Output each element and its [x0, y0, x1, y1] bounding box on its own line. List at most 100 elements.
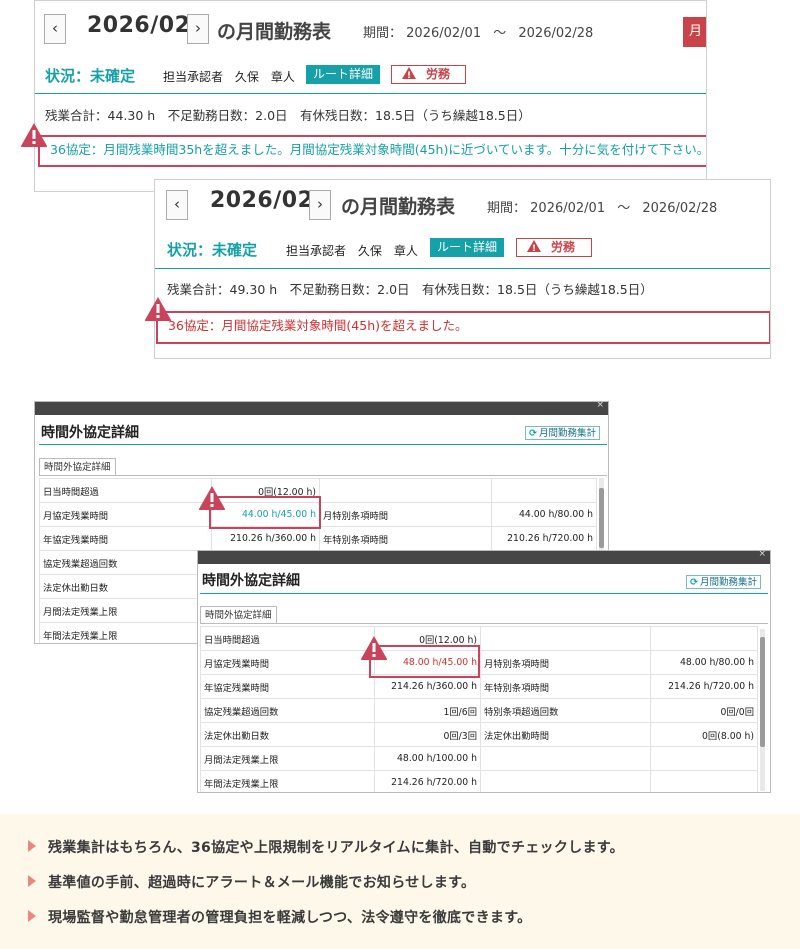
month-tab-button[interactable]: 月 — [683, 17, 706, 47]
prev-month-button[interactable]: ‹ — [44, 14, 66, 44]
table-cell-value: 0回/0回 — [650, 698, 758, 723]
period-display: 期間： 2026/02/01 〜 2026/02/28 — [487, 197, 717, 216]
overtime-summary: 残業合計：44.30 h 不足勤務日数：2.0日 有休残日数：18.5日（うち繰… — [45, 108, 531, 123]
prev-month-button[interactable]: ‹ — [166, 190, 188, 220]
period-sep: 〜 — [617, 201, 631, 216]
table-cell-label: 法定休出勤日数 — [200, 722, 375, 747]
period-label: 期間： — [363, 26, 403, 41]
monthly-panel-2: ‹ 2026/02 › の月間勤務表 期間： 2026/02/01 〜 2026… — [154, 179, 771, 359]
approver-label: 担当承認者 — [286, 244, 347, 258]
scrollbar[interactable] — [760, 629, 765, 791]
table-cell-value — [491, 478, 597, 503]
period-start: 2026/02/01 — [406, 26, 482, 41]
table-cell-value: 44.00 h/80.00 h — [491, 502, 597, 527]
page-title: の月間勤務表 — [341, 196, 456, 218]
feature-text: 現場監督や勤怠管理者の管理負担を軽減しつつ、法令遵守を徹底できます。 — [48, 910, 532, 926]
route-detail-button[interactable]: ルート詳細 — [306, 65, 381, 84]
feature-band: 残業集計はもちろん、36協定や上限規制をリアルタイムに集計、自動でチェックします… — [0, 814, 800, 949]
divider — [39, 444, 607, 445]
table-cell-value: 48.00 h/80.00 h — [650, 650, 758, 675]
close-icon[interactable]: × — [596, 402, 604, 410]
table-cell-label: 協定残業超過回数 — [39, 550, 212, 575]
table-cell-label — [319, 478, 492, 503]
period-sep: 〜 — [493, 26, 507, 41]
tab-overtime-detail[interactable]: 時間外協定詳細 — [39, 458, 116, 476]
warning-icon — [20, 123, 48, 147]
warning-icon — [144, 297, 172, 321]
approver-label: 担当承認者 — [163, 70, 224, 84]
monthly-panel-1: ‹ 2026/02 › の月間勤務表 期間： 2026/02/01 〜 2026… — [34, 0, 707, 192]
table-cell-label: 法定休出勤時間 — [480, 722, 651, 747]
table-cell-label — [480, 746, 651, 771]
table-cell-value: 210.26 h/720.00 h — [491, 526, 597, 551]
approver-name: 久保 章人 — [234, 70, 295, 84]
close-icon[interactable]: × — [758, 551, 766, 559]
arrow-icon — [28, 910, 36, 922]
table-cell-value — [650, 626, 758, 651]
table-cell-label: 月間法定残業上限 — [39, 598, 212, 623]
agreement-alert: 36協定：月間残業時間35hを超えました。月間協定残業対象時間(45h)に近づい… — [38, 135, 707, 167]
table-row: 年間法定残業上限 214.26 h/720.00 h — [200, 770, 758, 792]
table-cell-label: 年間法定残業上限 — [200, 770, 375, 792]
table-row: 協定残業超過回数 1回/6回 特別条項超過回数 0回/0回 — [200, 698, 758, 723]
year-month-label: 2026/02 — [210, 188, 314, 213]
warning-icon — [198, 486, 226, 510]
table-row: 月間法定残業上限 48.00 h/100.00 h — [200, 746, 758, 771]
feature-text: 残業集計はもちろん、36協定や上限規制をリアルタイムに集計、自動でチェックします… — [48, 840, 624, 856]
labor-button[interactable]: 労務 — [516, 238, 592, 257]
monthly-summary-label: 月間勤務集計 — [538, 428, 596, 439]
feature-item: 残業集計はもちろん、36協定や上限規制をリアルタイムに集計、自動でチェックします… — [28, 837, 624, 857]
table-row: 法定休出勤日数 0回/3回 法定休出勤時間 0回(8.00 h) — [200, 722, 758, 747]
feature-item: 現場監督や勤怠管理者の管理負担を軽減しつつ、法令遵守を徹底できます。 — [28, 907, 531, 927]
table-cell-label: 年協定残業時間 — [39, 526, 212, 551]
table-cell-label — [480, 770, 651, 792]
overtime-detail-window-2: × 時間外協定詳細 ⟳ 月間勤務集計 時間外協定詳細 日当時間超過 0回(12.00… — [197, 550, 771, 793]
table-cell-value: 210.26 h/360.00 h — [211, 526, 320, 551]
table-cell-label: 協定残業超過回数 — [200, 698, 375, 723]
table-cell-label: 月協定残業時間 — [39, 502, 212, 527]
route-detail-button[interactable]: ルート詳細 — [430, 238, 505, 257]
feature-text: 基準値の手前、超過時にアラート＆メール機能でお知らせします。 — [48, 875, 476, 891]
year-month-label: 2026/02 — [87, 13, 191, 38]
status-label: 状況：未確定 — [45, 67, 136, 85]
window-title: 時間外協定詳細 — [41, 425, 139, 441]
warning-icon — [360, 636, 388, 660]
feature-item: 基準値の手前、超過時にアラート＆メール機能でお知らせします。 — [28, 872, 475, 892]
monthly-summary-button[interactable]: ⟳ 月間勤務集計 — [525, 426, 600, 440]
table-cell-label: 月協定残業時間 — [200, 650, 375, 675]
table-cell-label: 日当時間超過 — [200, 626, 375, 651]
next-month-button[interactable]: › — [309, 190, 331, 220]
period-end: 2026/02/28 — [518, 26, 594, 41]
arrow-icon — [28, 875, 36, 887]
table-cell-value: 1回/6回 — [374, 698, 481, 723]
table-cell-value: 0回(8.00 h) — [650, 722, 758, 747]
monthly-summary-button[interactable]: ⟳ 月間勤務集計 — [686, 575, 761, 589]
next-month-button[interactable]: › — [187, 14, 209, 44]
period-start: 2026/02/01 — [530, 201, 606, 216]
labor-button[interactable]: 労務 — [391, 65, 466, 84]
table-cell-value: 214.26 h/360.00 h — [374, 674, 481, 699]
agreement-alert-text: 36協定：月間残業時間35hを超えました。月間協定残業対象時間(45h)に近づい… — [50, 142, 707, 157]
table-cell-label: 年間法定残業上限 — [39, 622, 212, 643]
table-cell-value — [650, 770, 758, 792]
tab-divider — [39, 475, 607, 476]
window-titlebar: × — [35, 402, 608, 415]
refresh-icon: ⟳ — [690, 577, 698, 588]
table-cell-value: 0回/3回 — [374, 722, 481, 747]
divider — [155, 268, 770, 269]
window-titlebar: × — [198, 551, 770, 564]
approver-name: 久保 章人 — [357, 244, 418, 258]
window-title: 時間外協定詳細 — [202, 573, 300, 589]
agreement-alert-text: 36協定：月間協定残業対象時間(45h)を超えました。 — [168, 318, 468, 333]
table-row: 年協定残業時間 210.26 h/360.00 h 年特別条項時間 210.26 h/… — [39, 526, 597, 551]
warning-icon — [402, 67, 416, 84]
labor-button-label: 労務 — [426, 67, 451, 81]
table-cell-label: 特別条項超過回数 — [480, 698, 651, 723]
table-cell-label: 日当時間超過 — [39, 478, 212, 503]
table-cell-value: 214.26 h/720.00 h — [374, 770, 481, 792]
labor-button-label: 労務 — [551, 240, 576, 254]
arrow-icon — [28, 840, 36, 852]
approver: 担当承認者 久保 章人 — [163, 68, 295, 85]
tab-overtime-detail[interactable]: 時間外協定詳細 — [200, 606, 277, 624]
table-cell-label: 月特別条項時間 — [480, 650, 651, 675]
